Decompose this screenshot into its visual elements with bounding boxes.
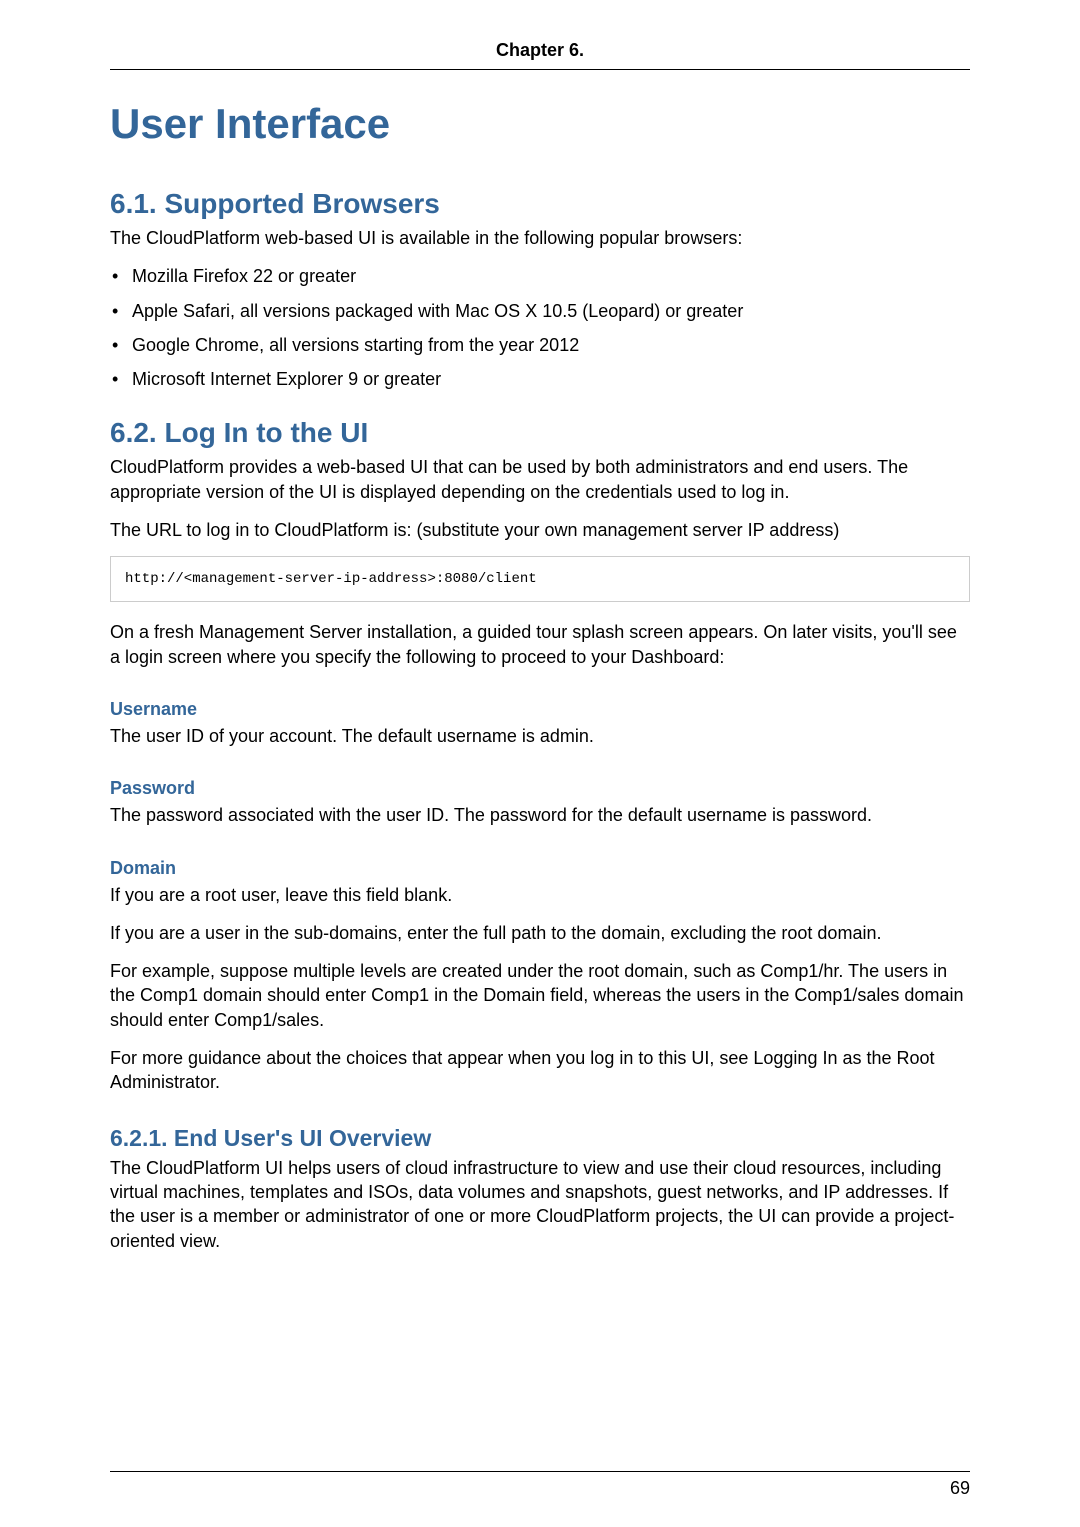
heading-6-1: 6.1. Supported Browsers [110,188,970,220]
code-block-url: http://<management-server-ip-address>:80… [110,556,970,602]
chapter-title: User Interface [110,100,970,148]
list-item: Microsoft Internet Explorer 9 or greater [110,367,970,391]
footer-rule [110,1471,970,1472]
subhead-domain: Domain [110,858,970,879]
running-header: Chapter 6. [110,40,970,70]
paragraph: The URL to log in to CloudPlatform is: (… [110,518,970,542]
list-item: Google Chrome, all versions starting fro… [110,333,970,357]
paragraph: If you are a user in the sub-domains, en… [110,921,970,945]
paragraph: The CloudPlatform web-based UI is availa… [110,226,970,250]
heading-6-2-1: 6.2.1. End User's UI Overview [110,1125,970,1152]
page-number: 69 [950,1478,970,1499]
paragraph: If you are a root user, leave this field… [110,883,970,907]
heading-6-2: 6.2. Log In to the UI [110,417,970,449]
paragraph: The password associated with the user ID… [110,803,970,827]
subhead-password: Password [110,778,970,799]
paragraph: The user ID of your account. The default… [110,724,970,748]
document-page: Chapter 6. User Interface 6.1. Supported… [0,0,1080,1527]
list-item: Mozilla Firefox 22 or greater [110,264,970,288]
browser-list: Mozilla Firefox 22 or greater Apple Safa… [110,264,970,391]
paragraph: The CloudPlatform UI helps users of clou… [110,1156,970,1253]
paragraph: On a fresh Management Server installatio… [110,620,970,669]
subhead-username: Username [110,699,970,720]
paragraph: For more guidance about the choices that… [110,1046,970,1095]
paragraph: CloudPlatform provides a web-based UI th… [110,455,970,504]
paragraph: For example, suppose multiple levels are… [110,959,970,1032]
list-item: Apple Safari, all versions packaged with… [110,299,970,323]
